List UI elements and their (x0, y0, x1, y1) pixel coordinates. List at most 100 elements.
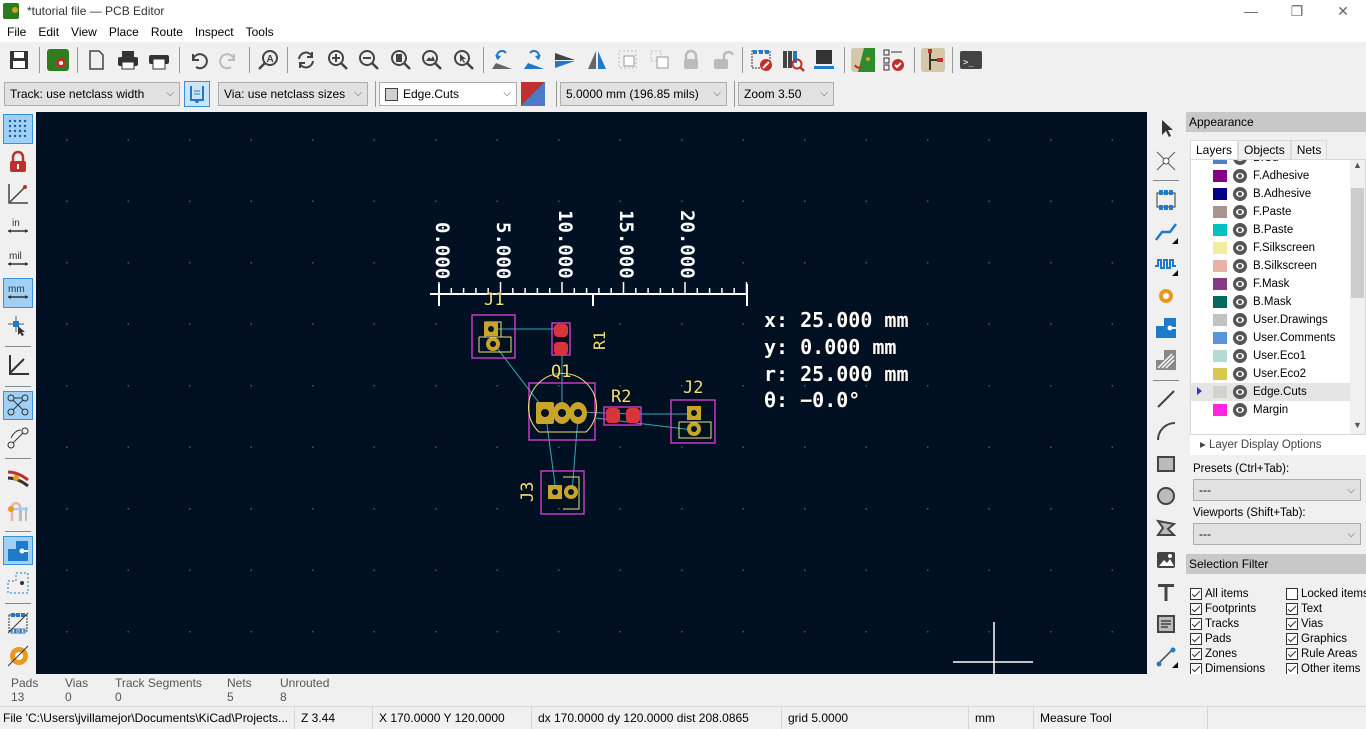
layer-row[interactable]: B.Silkscreen (1191, 257, 1365, 275)
add-via-icon[interactable] (1151, 282, 1181, 311)
auto-track-width-toggle[interactable] (184, 81, 210, 107)
scroll-down-icon[interactable]: ▼ (1350, 420, 1365, 430)
tab-layers[interactable]: Layers (1190, 140, 1239, 159)
ref-r1[interactable]: R1 (590, 331, 609, 350)
zoom-in-icon[interactable] (323, 45, 353, 75)
layer-row[interactable]: User.Eco1 (1191, 347, 1365, 365)
filter-rule-areas-checkbox[interactable]: Rule Areas (1286, 646, 1366, 661)
layer-color-swatch[interactable] (1213, 242, 1227, 254)
visibility-eye-icon[interactable] (1233, 367, 1247, 381)
cursor-crosshair-icon[interactable] (3, 311, 33, 341)
checkbox-icon[interactable] (1286, 662, 1298, 675)
unlock-icon[interactable] (708, 45, 738, 75)
visibility-eye-icon[interactable] (1233, 403, 1247, 417)
filter-all-items-checkbox[interactable]: All items (1190, 586, 1286, 601)
zoom-out-icon[interactable] (354, 45, 384, 75)
visibility-eye-icon[interactable] (1233, 313, 1247, 327)
draw-circle-icon[interactable] (1151, 481, 1181, 510)
board-setup-icon[interactable] (43, 45, 73, 75)
layer-row[interactable]: B.Adhesive (1191, 185, 1365, 203)
layer-color-swatch[interactable] (1213, 386, 1227, 398)
menu-edit[interactable]: Edit (32, 22, 65, 42)
layer-color-swatch[interactable] (1213, 296, 1227, 308)
layer-row[interactable]: User.Drawings (1191, 311, 1365, 329)
checkbox-icon[interactable] (1286, 602, 1298, 615)
lock-icon[interactable] (676, 45, 706, 75)
layer-row[interactable]: F.Paste (1191, 203, 1365, 221)
ref-q1[interactable]: Q1 (551, 362, 571, 382)
footprint-editor-icon[interactable] (746, 45, 776, 75)
flip-board-icon[interactable] (550, 45, 580, 75)
ref-j2[interactable]: J2 (683, 378, 703, 398)
show-footprints-icon[interactable] (3, 608, 33, 638)
schematic-editor-icon[interactable] (918, 45, 948, 75)
add-rule-area-icon[interactable] (1151, 346, 1181, 375)
layer-color-swatch[interactable] (1213, 368, 1227, 380)
checkbox-icon[interactable] (1286, 647, 1298, 660)
rotate-cw-icon[interactable] (519, 45, 549, 75)
pcb-canvas[interactable]: 0.000 5.000 10.000 15.000 20.000 x: 25.0… (36, 112, 1147, 674)
menu-route[interactable]: Route (145, 22, 189, 42)
minimize-button[interactable]: — (1228, 0, 1274, 22)
visibility-eye-icon[interactable] (1233, 349, 1247, 363)
layer-color-swatch[interactable] (1213, 332, 1227, 344)
layer-color-swatch[interactable] (1213, 224, 1227, 236)
visibility-eye-icon[interactable] (1233, 160, 1247, 165)
visibility-eye-icon[interactable] (1233, 331, 1247, 345)
update-pcb-icon[interactable] (848, 45, 878, 75)
redo-icon[interactable] (214, 45, 244, 75)
layer-row[interactable]: Margin (1191, 401, 1365, 419)
layer-color-swatch[interactable] (1213, 404, 1227, 416)
filter-tracks-checkbox[interactable]: Tracks (1190, 616, 1286, 631)
grid-lock-icon[interactable] (3, 147, 33, 177)
tab-objects[interactable]: Objects (1238, 140, 1291, 159)
find-icon[interactable]: A (253, 45, 283, 75)
ungroup-icon[interactable] (645, 45, 675, 75)
route-track-icon[interactable] (1151, 217, 1181, 246)
scripting-console-icon[interactable]: >_ (956, 45, 986, 75)
drc-icon[interactable] (879, 45, 909, 75)
layer-color-swatch[interactable] (1213, 170, 1227, 182)
show-pads-outline-icon[interactable] (3, 569, 33, 599)
layer-display-options-toggle[interactable]: ▸ Layer Display Options (1190, 435, 1366, 455)
track-width-select[interactable]: Track: use netclass width ⌵ (4, 82, 180, 106)
local-ratsnest-icon[interactable] (1151, 146, 1181, 175)
show-pads-fill-icon[interactable] (2, 535, 33, 566)
checkbox-icon[interactable] (1190, 632, 1202, 645)
menu-inspect[interactable]: Inspect (189, 22, 240, 42)
add-image-icon[interactable] (1151, 546, 1181, 575)
grid-toggle-icon[interactable] (2, 114, 33, 144)
ref-j3[interactable]: J3 (518, 482, 538, 502)
scroll-up-icon[interactable]: ▲ (1350, 160, 1365, 174)
filter-text-checkbox[interactable]: Text (1286, 601, 1366, 616)
add-dimension-icon[interactable] (1151, 642, 1181, 671)
layer-color-swatch[interactable] (1213, 350, 1227, 362)
layer-row[interactable]: F.Mask (1191, 275, 1365, 293)
checkbox-icon[interactable] (1190, 647, 1202, 660)
restore-button[interactable]: ❐ (1274, 0, 1320, 22)
print-icon[interactable] (113, 45, 143, 75)
add-footprint-icon[interactable] (1151, 185, 1181, 214)
checkbox-icon[interactable] (1286, 587, 1298, 600)
select-tool-icon[interactable] (1151, 114, 1181, 143)
checkbox-icon[interactable] (1190, 587, 1202, 600)
layer-color-swatch[interactable] (1213, 278, 1227, 290)
layer-color-swatch[interactable] (1213, 314, 1227, 326)
layer-color-swatch[interactable] (1213, 160, 1227, 164)
layer-row[interactable]: F.Silkscreen (1191, 239, 1365, 257)
zoom-objects-icon[interactable] (417, 45, 447, 75)
visibility-eye-icon[interactable] (1233, 205, 1247, 219)
visibility-eye-icon[interactable] (1233, 241, 1247, 255)
checkbox-icon[interactable] (1286, 632, 1298, 645)
draw-line-icon[interactable] (1151, 385, 1181, 414)
menu-view[interactable]: View (65, 22, 103, 42)
zoom-select[interactable]: Zoom 3.50 ⌵ (738, 82, 834, 106)
layer-row[interactable]: Edge.Cuts (1191, 383, 1365, 401)
ref-j1[interactable]: J1 (484, 290, 504, 310)
high-contrast-icon[interactable] (3, 463, 33, 493)
presets-select[interactable]: --- ⌵ (1193, 479, 1361, 501)
units-mils-icon[interactable]: mil (3, 245, 33, 275)
ref-r2[interactable]: R2 (611, 387, 631, 407)
visibility-eye-icon[interactable] (1233, 295, 1247, 309)
filter-locked-items-checkbox[interactable]: Locked items (1286, 586, 1366, 601)
